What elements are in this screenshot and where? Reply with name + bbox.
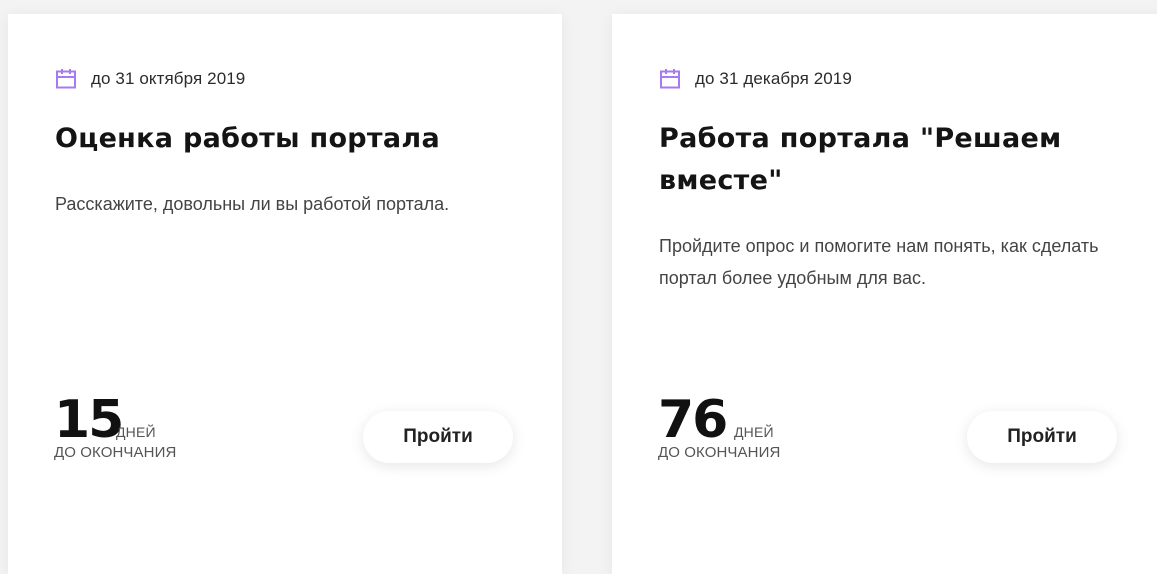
calendar-icon [659,68,681,90]
days-remaining-counter: 76 ДНЕЙ ДО ОКОНЧАНИЯ [658,394,858,474]
deadline-row: до 31 декабря 2019 [659,66,852,92]
days-remaining-counter: 15 ДНЕЙ ДО ОКОНЧАНИЯ [54,394,254,474]
deadline-date: до 31 декабря 2019 [695,69,852,88]
days-caption: ДО ОКОНЧАНИЯ [54,444,177,461]
days-caption: ДО ОКОНЧАНИЯ [658,444,781,461]
calendar-icon [55,68,77,90]
deadline-row: до 31 октября 2019 [55,66,245,92]
days-unit: ДНЕЙ [116,424,156,440]
survey-title: Работа портала "Решаем вместе" [659,123,1062,196]
days-unit: ДНЕЙ [734,424,774,440]
days-count: 15 [54,390,124,450]
survey-title: Оценка работы портала [55,123,440,154]
survey-description: Расскажите, довольны ли вы работой порта… [55,194,450,214]
take-survey-button[interactable]: Пройти [363,411,513,463]
survey-card: до 31 октября 2019 Оценка работы портала… [8,14,562,574]
take-survey-button[interactable]: Пройти [967,411,1117,463]
survey-card: до 31 декабря 2019 Работа портала "Решае… [612,14,1157,574]
days-count: 76 [658,390,728,450]
survey-description: Пройдите опрос и помогите нам понять, ка… [659,236,1099,288]
deadline-date: до 31 октября 2019 [91,69,246,88]
